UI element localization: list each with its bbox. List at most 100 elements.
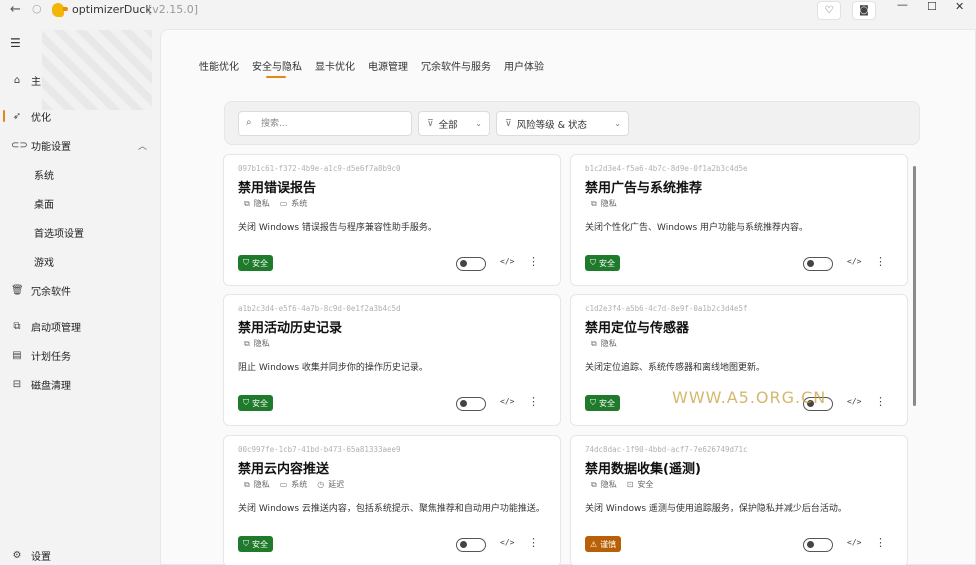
risk-label: 安全	[599, 398, 615, 408]
tag-system: ▭ 系统	[280, 479, 308, 490]
tab-power[interactable]: 电源管理	[368, 58, 408, 76]
sidebar-item-disk-cleanup[interactable]: ⊟ 磁盘清理	[0, 372, 160, 396]
sidebar-item-label: 系统	[34, 170, 54, 182]
tag-label: 隐私	[253, 339, 270, 348]
risk-badge: ⛉ 安全	[238, 255, 273, 271]
tab-bloatware-services[interactable]: 冗余软件与服务	[421, 58, 491, 76]
risk-label: 安全	[252, 539, 268, 549]
tag-privacy: ⧉ 隐私	[591, 479, 617, 490]
risk-badge: ⛉ 安全	[585, 395, 620, 411]
tag-privacy: ⧉ 隐私	[244, 479, 270, 490]
shield-check-icon: ⛉	[243, 398, 249, 407]
screenshot-button[interactable]: ◙	[852, 1, 876, 20]
more-options-icon[interactable]: ⋮	[528, 395, 539, 408]
tweak-toggle[interactable]	[803, 538, 833, 552]
tweak-toggle[interactable]	[456, 257, 486, 271]
favorite-button[interactable]: ♡	[817, 1, 841, 20]
sidebar-item-home[interactable]: ⌂ 主	[0, 68, 160, 92]
tweak-toggle[interactable]	[456, 538, 486, 552]
tab-gpu[interactable]: 显卡优化	[315, 58, 355, 76]
tag-security: ⊡ 安全	[627, 479, 654, 490]
tweak-card[interactable]: a1b2c3d4-e5f6-4a7b-8c9d-0e1f2a3b4c5d 禁用活…	[223, 294, 561, 426]
sidebar-item-label: 冗余软件	[31, 286, 71, 298]
more-options-icon[interactable]: ⋮	[875, 255, 886, 268]
tweak-description: 关闭个性化广告、Windows 用户功能与系统推荐内容。	[585, 223, 809, 233]
tweak-id: 74dc8dac-1f90-4bbd-acf7-7e626749d71c	[585, 445, 748, 454]
tweak-card[interactable]: 00c997fe-1cb7-41bd-b473-65a81333aee9 禁用云…	[223, 435, 561, 565]
risk-badge: ⛉ 安全	[585, 255, 620, 271]
maximize-button[interactable]: ☐	[927, 0, 937, 13]
share-icon: ⧉	[244, 338, 250, 348]
sidebar-item-games[interactable]: 游戏	[0, 249, 160, 273]
risk-label: 安全	[252, 398, 268, 408]
more-options-icon[interactable]: ⋮	[875, 395, 886, 408]
tag-list: ⧉ 隐私	[591, 198, 627, 209]
category-filter-dropdown[interactable]: ⊽ 全部 ⌄	[418, 111, 490, 136]
risk-badge: ⛉ 安全	[238, 395, 273, 411]
tab-user-experience[interactable]: 用户体验	[504, 58, 544, 76]
tag-label: 隐私	[600, 339, 617, 348]
sidebar-item-bloatware[interactable]: 🗑 冗余软件	[0, 278, 160, 302]
tag-list: ⧉ 隐私	[591, 338, 627, 349]
tag-list: ⧉ 隐私 ▭ 系统	[244, 198, 317, 209]
tweak-title: 禁用活动历史记录	[238, 321, 343, 336]
sidebar-item-feature-settings[interactable]: ⊂⊃ 功能设置 ︿	[0, 133, 160, 157]
code-icon[interactable]: </>	[847, 257, 861, 266]
disk-icon: ⊟	[12, 378, 22, 390]
tag-label: 隐私	[253, 480, 270, 489]
back-arrow-icon[interactable]: ←	[10, 2, 21, 17]
sidebar-item-preferences[interactable]: 首选项设置	[0, 220, 160, 244]
tag-latency: ◷ 延迟	[317, 479, 344, 490]
code-icon[interactable]: </>	[500, 397, 514, 406]
tweak-card[interactable]: 097b1c61-f372-4b9e-a1c9-d5e6f7a8b9c0 禁用错…	[223, 154, 561, 286]
tab-performance[interactable]: 性能优化	[199, 58, 239, 76]
more-options-icon[interactable]: ⋮	[528, 536, 539, 549]
tweak-toggle[interactable]	[456, 397, 486, 411]
app-version: [v2.15.0]	[148, 3, 199, 16]
code-icon[interactable]: </>	[847, 538, 861, 547]
tweak-description: 阻止 Windows 收集并同步你的操作历史记录。	[238, 363, 428, 373]
sidebar-item-optimize[interactable]: ➶ 优化	[0, 104, 160, 128]
category-tabs: 性能优化 安全与隐私 显卡优化 电源管理 冗余软件与服务 用户体验	[199, 58, 557, 78]
sidebar-item-system[interactable]: 系统	[0, 162, 160, 186]
tweak-id: 097b1c61-f372-4b9e-a1c9-d5e6f7a8b9c0	[238, 164, 401, 173]
search-input[interactable]	[261, 116, 401, 132]
close-button[interactable]: ✕	[955, 0, 964, 13]
sidebar-item-label: 计划任务	[31, 351, 71, 363]
code-icon[interactable]: </>	[500, 538, 514, 547]
code-icon[interactable]: </>	[500, 257, 514, 266]
refresh-icon[interactable]: ○	[32, 2, 42, 15]
tweak-id: b1c2d3e4-f5a6-4b7c-8d9e-0f1a2b3c4d5e	[585, 164, 748, 173]
tab-security-privacy[interactable]: 安全与隐私	[252, 58, 302, 78]
tweak-card[interactable]: b1c2d3e4-f5a6-4b7c-8d9e-0f1a2b3c4d5e 禁用广…	[570, 154, 908, 286]
tag-list: ⧉ 隐私	[244, 338, 280, 349]
filter-icon: ⊽	[427, 118, 434, 129]
sidebar-item-label: 磁盘清理	[31, 380, 71, 392]
code-icon[interactable]: </>	[847, 397, 861, 406]
sidebar-item-startup[interactable]: ⧉ 启动项管理	[0, 314, 160, 338]
sidebar-item-label: 主	[31, 76, 41, 88]
more-options-icon[interactable]: ⋮	[875, 536, 886, 549]
hamburger-menu-icon[interactable]: ☰	[10, 36, 21, 50]
tag-privacy: ⧉ 隐私	[591, 338, 617, 349]
tag-label: 延迟	[328, 480, 345, 489]
sidebar-item-label: 游戏	[34, 257, 54, 269]
shield-check-icon: ⛉	[590, 258, 596, 267]
tweak-card[interactable]: 74dc8dac-1f90-4bbd-acf7-7e626749d71c 禁用数…	[570, 435, 908, 565]
tweak-title: 禁用广告与系统推荐	[585, 181, 703, 196]
risk-filter-dropdown[interactable]: ⊽ 风险等级 & 状态 ⌄	[496, 111, 629, 136]
search-box: ⌕	[238, 111, 412, 136]
tweak-title: 禁用定位与传感器	[585, 321, 690, 336]
minimize-button[interactable]: —	[897, 0, 908, 11]
sidebar-item-desktop[interactable]: 桌面	[0, 191, 160, 215]
vertical-scrollbar[interactable]	[913, 166, 916, 406]
sidebar-item-label: 桌面	[34, 199, 54, 211]
watermark: WWW.A5.ORG.CN	[672, 388, 827, 407]
camera-icon: ◙	[859, 5, 869, 16]
more-options-icon[interactable]: ⋮	[528, 255, 539, 268]
tweak-id: c1d2e3f4-a5b6-4c7d-8e9f-0a1b2c3d4e5f	[585, 304, 748, 313]
tag-label: 安全	[637, 480, 654, 489]
sidebar-item-scheduled-tasks[interactable]: ▤ 计划任务	[0, 343, 160, 367]
tweak-toggle[interactable]	[803, 257, 833, 271]
sidebar-item-settings[interactable]: ⚙ 设置	[0, 543, 160, 565]
